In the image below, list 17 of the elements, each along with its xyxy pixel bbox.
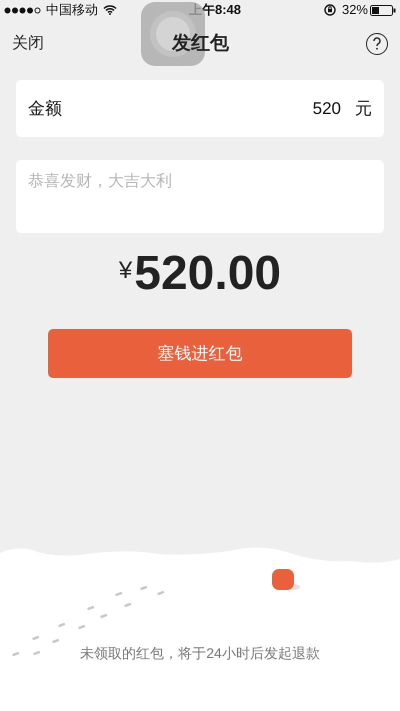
currency-unit: 元	[355, 98, 372, 120]
battery-percent: 32%	[342, 1, 368, 20]
close-button[interactable]: 关闭	[12, 32, 44, 56]
amount-label: 金额	[28, 98, 62, 120]
rotation-lock-icon	[324, 4, 336, 16]
amount-input[interactable]: 520	[281, 96, 341, 122]
currency-symbol: ¥	[118, 256, 132, 286]
greeting-field[interactable]: 恭喜发财，大吉大利	[16, 160, 384, 233]
amount-field[interactable]: 金额 520 元	[16, 80, 384, 137]
wifi-icon	[103, 5, 117, 15]
signal-icon	[4, 6, 42, 14]
help-icon[interactable]	[366, 33, 388, 55]
carrier-name: 中国移动	[46, 1, 98, 20]
page-title: 发红包	[172, 32, 229, 56]
total-amount: 520.00	[134, 247, 282, 301]
refund-notice: 未领取的红包，将于24小时后发起退款	[80, 644, 320, 663]
battery-icon	[370, 4, 396, 16]
